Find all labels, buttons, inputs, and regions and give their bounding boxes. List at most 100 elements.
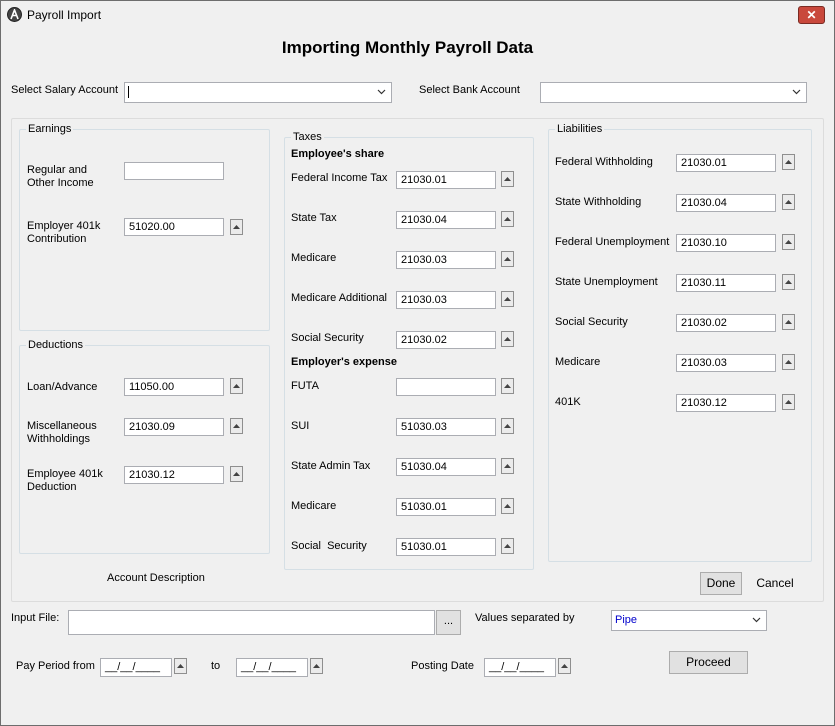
employee-401k-field[interactable]: 21030.12 xyxy=(124,466,224,484)
medicare-additional-lookup[interactable] xyxy=(501,291,514,307)
state-tax-lookup[interactable] xyxy=(501,211,514,227)
chevron-up-icon xyxy=(504,504,511,508)
state-admin-tax-field[interactable]: 51030.04 xyxy=(396,458,496,476)
sui-lookup[interactable] xyxy=(501,418,514,434)
liabilities-title: Liabilities xyxy=(555,123,605,136)
sui-label: SUI xyxy=(291,420,310,432)
medicare-field[interactable]: 21030.03 xyxy=(396,251,496,269)
federal-withholding-label: Federal Withholding xyxy=(555,156,653,168)
cancel-button[interactable]: Cancel xyxy=(752,572,798,595)
employer-401k-field[interactable]: 51020.00 xyxy=(124,218,224,236)
loan-advance-field[interactable]: 11050.00 xyxy=(124,378,224,396)
input-file-label: Input File: xyxy=(11,612,60,624)
employer-expense-heading: Employer's expense xyxy=(291,356,397,368)
posting-date-picker[interactable] xyxy=(558,658,571,674)
chevron-down-icon xyxy=(377,89,386,95)
liability-medicare-field[interactable]: 21030.03 xyxy=(676,354,776,372)
window-title: Payroll Import xyxy=(27,8,102,22)
employer-medicare-label: Medicare xyxy=(291,500,337,512)
chevron-up-icon xyxy=(504,257,511,261)
liability-medicare-label: Medicare xyxy=(555,356,601,368)
employer-social-security-label: Social Security xyxy=(291,540,367,552)
employer-401k-label: Employer 401k Contribution xyxy=(27,220,101,245)
liability-social-security-field[interactable]: 21030.02 xyxy=(676,314,776,332)
futa-field[interactable] xyxy=(396,378,496,396)
proceed-button[interactable]: Proceed xyxy=(669,651,748,674)
employee-social-security-field[interactable]: 21030.02 xyxy=(396,331,496,349)
pay-period-to-label: to xyxy=(211,660,221,672)
chevron-up-icon xyxy=(504,177,511,181)
misc-withholdings-lookup[interactable] xyxy=(230,418,243,434)
bank-account-select[interactable] xyxy=(540,82,807,103)
medicare-lookup[interactable] xyxy=(501,251,514,267)
liability-401k-lookup[interactable] xyxy=(782,394,795,410)
account-description-label: Account Description xyxy=(107,572,205,584)
bank-account-label: Select Bank Account xyxy=(419,84,520,96)
medicare-label: Medicare xyxy=(291,252,337,264)
chevron-down-icon xyxy=(752,617,761,623)
employee-401k-label: Employee 401k Deduction xyxy=(27,468,103,493)
close-button[interactable]: ✕ xyxy=(798,6,825,24)
chevron-up-icon xyxy=(785,240,792,244)
futa-lookup[interactable] xyxy=(501,378,514,394)
salary-account-label: Select Salary Account xyxy=(11,84,119,96)
loan-advance-lookup[interactable] xyxy=(230,378,243,394)
state-admin-tax-label: State Admin Tax xyxy=(291,460,371,472)
employer-medicare-field[interactable]: 51030.01 xyxy=(396,498,496,516)
salary-account-select[interactable] xyxy=(124,82,392,103)
pay-period-to-picker[interactable] xyxy=(310,658,323,674)
state-withholding-lookup[interactable] xyxy=(782,194,795,210)
employee-401k-lookup[interactable] xyxy=(230,466,243,482)
pay-period-from-picker[interactable] xyxy=(174,658,187,674)
chevron-up-icon xyxy=(785,200,792,204)
employee-social-security-label: Social Security xyxy=(291,332,364,344)
chevron-up-icon xyxy=(313,664,320,668)
state-withholding-field[interactable]: 21030.04 xyxy=(676,194,776,212)
regular-income-field[interactable] xyxy=(124,162,224,180)
federal-income-tax-field[interactable]: 21030.01 xyxy=(396,171,496,189)
state-tax-field[interactable]: 21030.04 xyxy=(396,211,496,229)
pay-period-from-field[interactable]: __/__/____ xyxy=(100,658,172,677)
state-unemployment-field[interactable]: 21030.11 xyxy=(676,274,776,292)
input-file-field[interactable] xyxy=(68,610,435,635)
misc-withholdings-label: Miscellaneous Withholdings xyxy=(27,420,97,445)
state-unemployment-label: State Unemployment xyxy=(555,276,658,288)
medicare-additional-field[interactable]: 21030.03 xyxy=(396,291,496,309)
posting-date-field[interactable]: __/__/____ xyxy=(484,658,556,677)
earnings-title: Earnings xyxy=(26,123,74,136)
employer-social-security-field[interactable]: 51030.01 xyxy=(396,538,496,556)
close-icon: ✕ xyxy=(806,8,817,22)
state-admin-tax-lookup[interactable] xyxy=(501,458,514,474)
pay-period-to-field[interactable]: __/__/____ xyxy=(236,658,308,677)
employee-social-security-lookup[interactable] xyxy=(501,331,514,347)
separator-select[interactable]: Pipe xyxy=(611,610,767,631)
chevron-up-icon xyxy=(233,225,240,229)
sui-field[interactable]: 51030.03 xyxy=(396,418,496,436)
federal-income-tax-lookup[interactable] xyxy=(501,171,514,187)
employer-401k-lookup[interactable] xyxy=(230,219,243,235)
federal-withholding-lookup[interactable] xyxy=(782,154,795,170)
liability-401k-label: 401K xyxy=(555,396,581,408)
posting-date-label: Posting Date xyxy=(411,660,474,672)
misc-withholdings-field[interactable]: 21030.09 xyxy=(124,418,224,436)
deductions-title: Deductions xyxy=(26,339,86,352)
federal-unemployment-lookup[interactable] xyxy=(782,234,795,250)
chevron-up-icon xyxy=(504,384,511,388)
state-unemployment-lookup[interactable] xyxy=(782,274,795,290)
liability-401k-field[interactable]: 21030.12 xyxy=(676,394,776,412)
payroll-import-window: Payroll Import ✕ Importing Monthly Payro… xyxy=(0,0,835,726)
employer-medicare-lookup[interactable] xyxy=(501,498,514,514)
futa-label: FUTA xyxy=(291,380,319,392)
federal-unemployment-field[interactable]: 21030.10 xyxy=(676,234,776,252)
done-button[interactable]: Done xyxy=(700,572,742,595)
federal-unemployment-label: Federal Unemployment xyxy=(555,236,670,248)
browse-button[interactable]: ... xyxy=(436,610,461,635)
liability-social-security-lookup[interactable] xyxy=(782,314,795,330)
app-logo-icon xyxy=(7,7,22,22)
text-cursor xyxy=(128,86,129,99)
chevron-up-icon xyxy=(504,464,511,468)
employer-social-security-lookup[interactable] xyxy=(501,538,514,554)
federal-withholding-field[interactable]: 21030.01 xyxy=(676,154,776,172)
liability-medicare-lookup[interactable] xyxy=(782,354,795,370)
chevron-up-icon xyxy=(561,664,568,668)
